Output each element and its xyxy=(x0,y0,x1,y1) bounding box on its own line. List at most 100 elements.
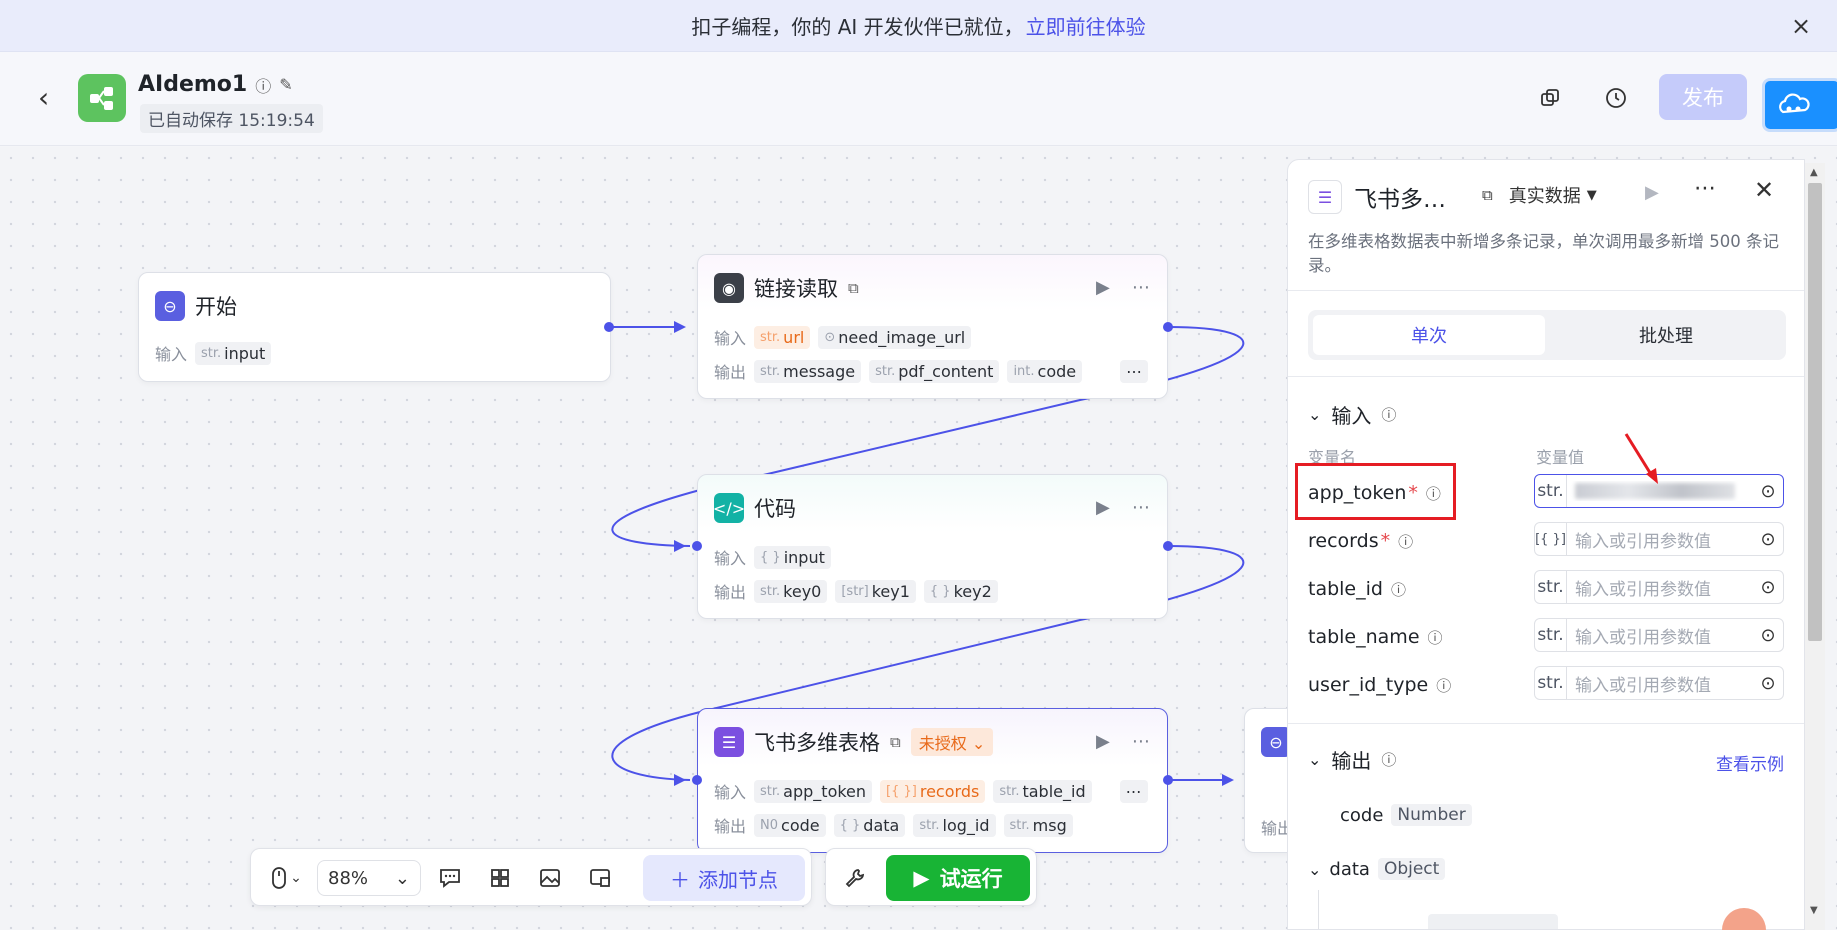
comment-icon[interactable] xyxy=(435,861,465,895)
reference-icon[interactable]: ⊙ xyxy=(1753,625,1783,646)
chevron-down-icon: ⌄ xyxy=(1308,859,1322,879)
scroll-down-icon[interactable]: ▼ xyxy=(1810,905,1818,916)
play-icon[interactable]: ▶ xyxy=(1096,277,1110,298)
play-icon: ▶ xyxy=(913,866,930,890)
chevron-down-icon: ⌄ xyxy=(1308,750,1322,769)
zoom-value: 88% xyxy=(328,867,369,889)
info-icon[interactable]: ⓘ xyxy=(1398,531,1413,552)
close-icon[interactable]: ✕ xyxy=(1754,176,1774,204)
node-code-inputs: 输入 { } input xyxy=(714,545,831,569)
input-section-header[interactable]: ⌄ 输入 ⓘ xyxy=(1308,400,1396,429)
annotation-arrow xyxy=(1624,433,1658,484)
scrollbar-thumb[interactable] xyxy=(1808,183,1822,641)
more-outputs-icon[interactable]: ⋯ xyxy=(1120,359,1149,383)
code-input-port[interactable] xyxy=(692,541,702,551)
mask-icon: ⧉ xyxy=(890,733,901,751)
param-table-id: table_id ⓘ xyxy=(1308,578,1406,600)
output-label: 输出 xyxy=(714,363,747,382)
output-section-header[interactable]: ⌄ 输出 ⓘ xyxy=(1308,745,1396,774)
node-feishu-outputs: 输出 N0 code { } data str. log_id str. msg xyxy=(714,813,1073,837)
node-code[interactable]: </> 代码 ▶ ⋯ 输入 { } input 输出 str. key0 [str]… xyxy=(697,474,1168,619)
node-code-header: </> 代码 xyxy=(713,493,796,523)
scroll-up-icon[interactable]: ▲ xyxy=(1810,167,1818,178)
info-icon[interactable]: ⓘ xyxy=(1381,749,1396,770)
feishu-output-msg: str. msg xyxy=(1003,813,1073,837)
table-icon: ☰ xyxy=(714,727,744,757)
code-output-key1: [str] key1 xyxy=(835,579,916,603)
panel-scrollbar[interactable]: ▲ ▼ xyxy=(1805,163,1825,930)
user-id-type-input[interactable]: str. 输入或引用参数值 ⊙ xyxy=(1534,666,1784,700)
reference-icon[interactable]: ⊙ xyxy=(1753,673,1783,694)
view-example-link[interactable]: 查看示例 xyxy=(1716,750,1784,775)
play-icon[interactable]: ▶ xyxy=(1096,731,1110,752)
code-output-port[interactable] xyxy=(1163,541,1173,551)
info-icon[interactable]: ⓘ xyxy=(1381,404,1396,425)
divider xyxy=(1288,376,1804,377)
reference-icon[interactable]: ⊙ xyxy=(1753,529,1783,550)
link-reader-icon: ◉ xyxy=(714,273,744,303)
node-start-header: ⊖ 开始 xyxy=(155,291,237,321)
table-id-input[interactable]: str. 输入或引用参数值 ⊙ xyxy=(1534,570,1784,604)
node-code-controls: ▶ ⋯ xyxy=(1096,497,1150,518)
link-output-port[interactable] xyxy=(1163,322,1173,332)
info-icon[interactable]: ⓘ xyxy=(1391,579,1406,600)
play-icon[interactable]: ▶ xyxy=(1096,497,1110,518)
mask-icon: ⧉ xyxy=(848,279,859,297)
more-icon[interactable]: ⋯ xyxy=(1132,497,1150,518)
chevron-down-icon: ⌄ xyxy=(394,867,410,889)
annotation-highlight-box xyxy=(1295,463,1456,520)
unauthorized-badge[interactable]: 未授权 ⌄ xyxy=(910,728,994,756)
node-link-reader[interactable]: ◉ 链接读取 ⧉ ▶ ⋯ 输入 str. url ⊙ need_image_url … xyxy=(697,254,1168,399)
code-icon: </> xyxy=(713,493,745,523)
input-section-title: 输入 xyxy=(1331,404,1372,428)
code-output-key2: { } key2 xyxy=(923,579,998,603)
chevron-down-icon: ⌄ xyxy=(1308,405,1322,424)
table-icon: ☰ xyxy=(1308,180,1342,214)
node-link-inputs: 输入 str. url ⊙ need_image_url xyxy=(714,325,972,349)
link-input-need-image: ⊙ need_image_url xyxy=(818,325,972,349)
image-icon[interactable] xyxy=(535,861,565,895)
node-feishu-controls: ▶ ⋯ xyxy=(1096,731,1150,752)
info-icon[interactable]: ⓘ xyxy=(1428,627,1443,648)
start-output-port[interactable] xyxy=(604,322,614,332)
info-icon[interactable]: ⓘ xyxy=(1436,675,1451,696)
divider xyxy=(1288,723,1804,724)
node-link-header: ◉ 链接读取 ⧉ xyxy=(714,273,859,303)
more-icon[interactable]: ⋯ xyxy=(1694,176,1716,201)
link-output-pdf: str. pdf_content xyxy=(869,359,1000,383)
start-icon: ⊖ xyxy=(155,291,185,321)
node-start[interactable]: ⊖ 开始 输入 str. input xyxy=(138,272,611,382)
node-code-title: 代码 xyxy=(754,497,796,521)
output-section-title: 输出 xyxy=(1331,749,1372,773)
node-link-controls: ▶ ⋯ xyxy=(1096,277,1150,298)
minimap-icon[interactable] xyxy=(585,861,615,895)
param-records: records * ⓘ xyxy=(1308,530,1414,552)
tree-line xyxy=(1318,890,1319,929)
more-icon[interactable]: ⋯ xyxy=(1132,731,1150,752)
output-data-row[interactable]: ⌄ data Object xyxy=(1308,858,1446,880)
link-output-code: int. code xyxy=(1007,359,1083,383)
data-mode-select[interactable]: ⧉ 真实数据 ▼ xyxy=(1482,182,1597,208)
zoom-select[interactable]: 88% ⌄ xyxy=(317,860,421,896)
reference-icon[interactable]: ⊙ xyxy=(1753,577,1783,598)
table-name-input[interactable]: str. 输入或引用参数值 ⊙ xyxy=(1534,618,1784,652)
records-input[interactable]: [{ }] 输入或引用参数值 ⊙ xyxy=(1534,522,1784,556)
output-label: 输出 xyxy=(714,817,747,836)
feishu-output-data: { } data xyxy=(833,813,906,837)
mouse-mode-icon[interactable]: ⌄ xyxy=(265,861,309,895)
input-label: 输入 xyxy=(714,329,747,348)
tab-batch[interactable]: 批处理 xyxy=(1550,315,1782,355)
more-icon[interactable]: ⋯ xyxy=(1132,277,1150,298)
add-node-button[interactable]: ＋ 添加节点 xyxy=(643,855,805,901)
play-icon[interactable]: ▶ xyxy=(1645,182,1659,203)
feishu-output-port[interactable] xyxy=(1163,775,1173,785)
reference-icon[interactable]: ⊙ xyxy=(1753,481,1783,502)
node-feishu[interactable]: ☰ 飞书多维表格 ⧉ 未授权 ⌄ ▶ ⋯ 输入 str. app_token [{… xyxy=(697,708,1168,853)
node-code-outputs: 输出 str. key0 [str] key1 { } key2 xyxy=(714,579,998,603)
tab-single[interactable]: 单次 xyxy=(1313,315,1545,355)
feishu-input-port[interactable] xyxy=(692,775,702,785)
layout-icon[interactable] xyxy=(485,861,515,895)
more-inputs-icon[interactable]: ⋯ xyxy=(1119,779,1148,803)
wrench-icon[interactable] xyxy=(840,861,870,895)
test-run-button[interactable]: ▶ 试运行 xyxy=(886,855,1030,901)
